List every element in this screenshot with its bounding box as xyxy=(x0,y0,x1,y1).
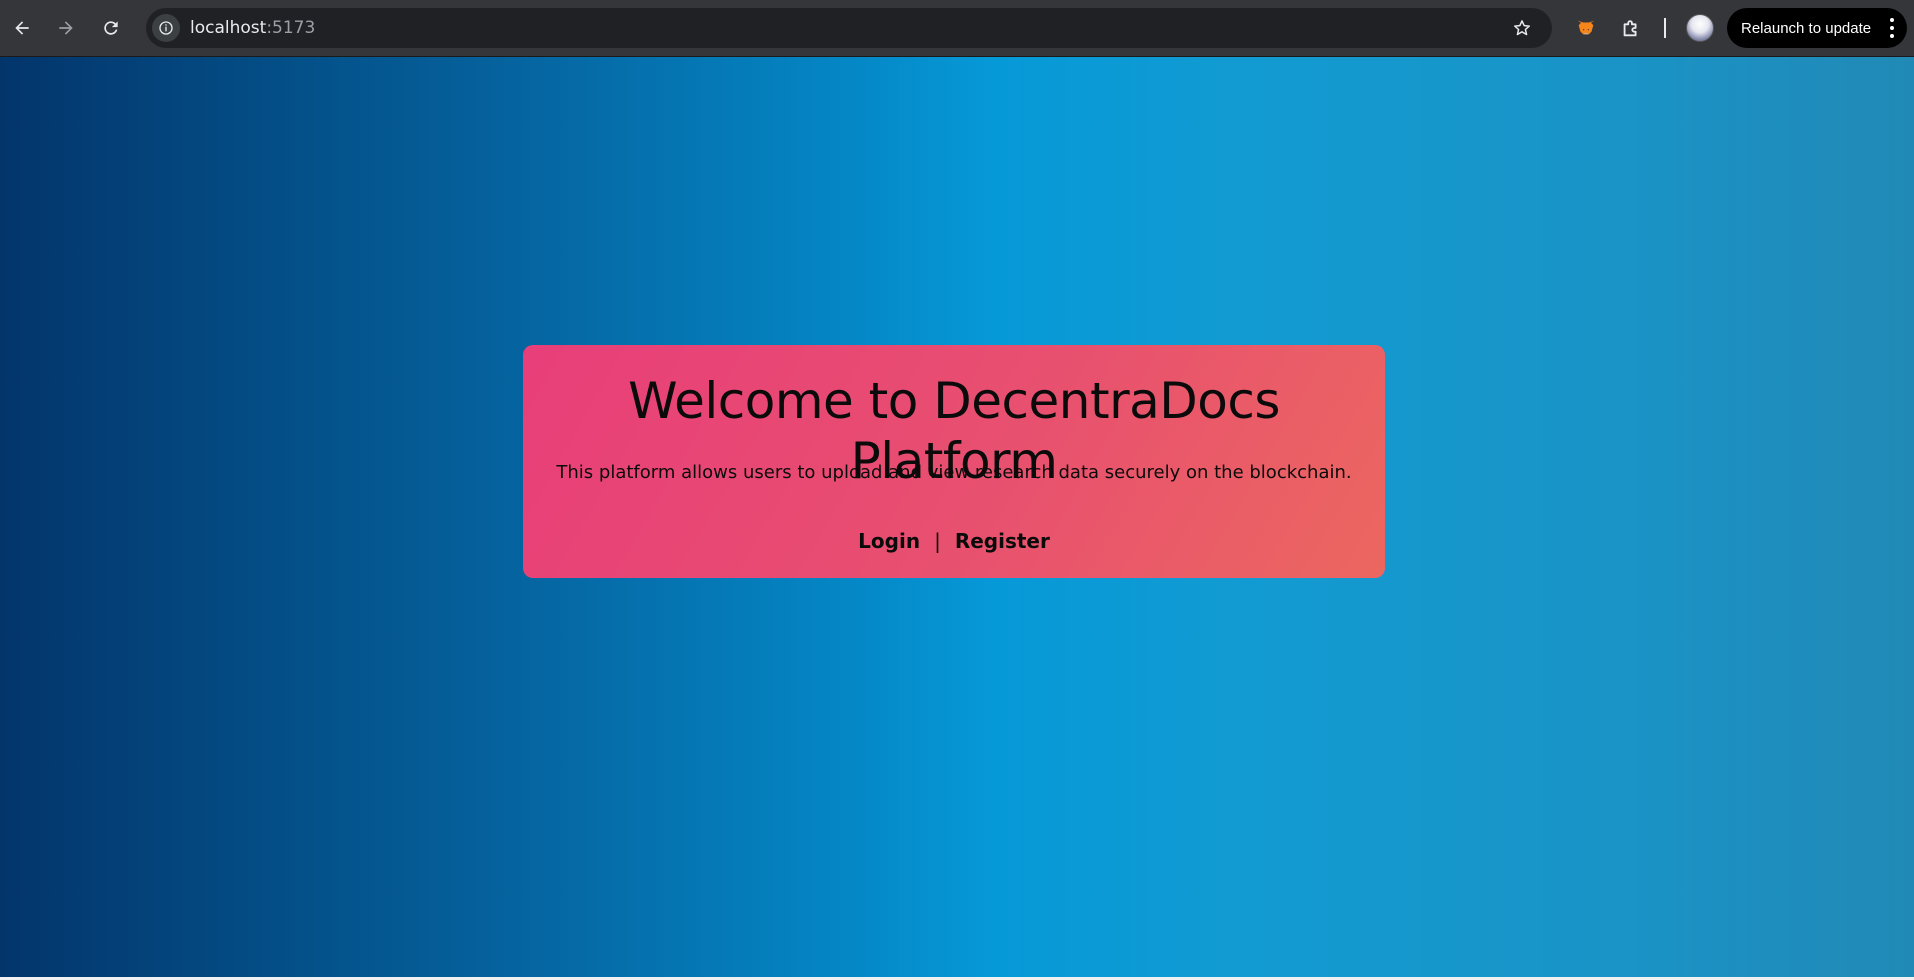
url-port: :5173 xyxy=(266,18,316,38)
metamask-extension-button[interactable] xyxy=(1572,14,1600,42)
fox-icon xyxy=(1577,20,1595,35)
relaunch-label: Relaunch to update xyxy=(1741,19,1872,37)
platform-description: This platform allows users to upload and… xyxy=(556,462,1352,483)
auth-links: Login | Register xyxy=(523,529,1385,553)
browser-toolbar: localhost:5173 Relaunch to update xyxy=(0,0,1914,57)
site-info-button[interactable] xyxy=(152,14,180,42)
url-host: localhost xyxy=(190,18,267,38)
relaunch-to-update-button[interactable]: Relaunch to update xyxy=(1727,8,1907,48)
kebab-menu-icon[interactable] xyxy=(1889,18,1895,38)
forward-button[interactable] xyxy=(50,12,82,44)
back-button[interactable] xyxy=(6,12,38,44)
toolbar-divider xyxy=(1664,18,1666,38)
info-icon xyxy=(159,21,173,35)
register-link[interactable]: Register xyxy=(955,529,1050,553)
url-text[interactable]: localhost:5173 xyxy=(190,18,315,38)
address-bar[interactable]: localhost:5173 xyxy=(146,8,1552,48)
avatar[interactable] xyxy=(1686,14,1714,42)
bookmark-button[interactable] xyxy=(1510,16,1534,40)
extensions-button[interactable] xyxy=(1617,14,1645,42)
reload-button[interactable] xyxy=(95,12,127,44)
login-link[interactable]: Login xyxy=(858,529,920,553)
welcome-card: Welcome to DecentraDocs Platform This pl… xyxy=(523,345,1385,578)
reload-icon xyxy=(104,21,118,35)
link-separator: | xyxy=(934,529,941,553)
puzzle-icon xyxy=(1623,20,1637,37)
forward-arrow-icon xyxy=(59,21,73,35)
back-arrow-icon xyxy=(15,21,29,35)
star-icon xyxy=(1514,20,1530,36)
